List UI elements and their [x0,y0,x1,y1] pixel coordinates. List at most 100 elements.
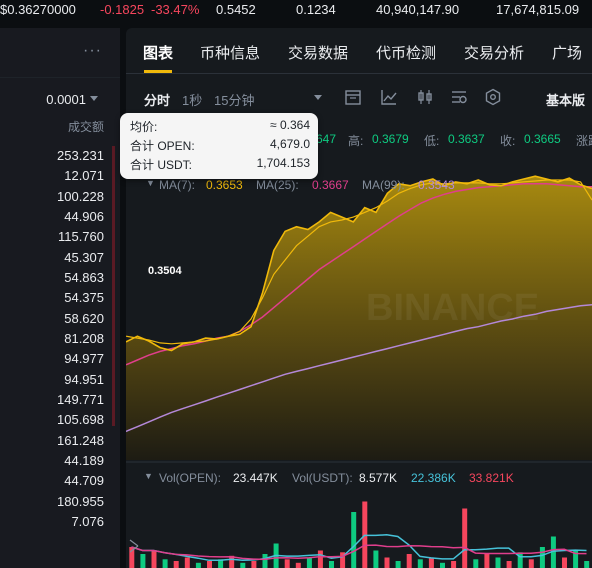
precision-select[interactable]: 0.0001 [46,92,86,107]
volume-bar [506,561,512,568]
ohlc-change-label: 涨跌 [576,134,592,148]
volume-bar [195,562,201,568]
ma99-value: 0.3543 [418,178,455,192]
volume-bar [140,554,146,568]
volume-bar [184,557,190,568]
ma7-value: 0.3653 [206,178,243,192]
volume-bar [406,554,412,568]
trade-volume-item: 81.208 [64,330,104,346]
trade-volume-item: 161.248 [57,432,104,448]
trade-volume-item: 100.228 [57,188,104,204]
more-intervals-chevron-icon[interactable] [314,95,322,100]
hexagon-settings-icon[interactable] [484,88,502,106]
vol-usdt-value: 8.577K [359,471,398,485]
ohlc-low-value: 0.3637 [448,132,485,146]
volume-bar [207,561,212,568]
price-change: -0.1825 [100,2,145,17]
collapse-ma-icon[interactable]: ▼ [146,178,155,188]
ohlc-high-value: 0.3679 [372,132,409,146]
trade-volume-item: 54.375 [64,290,104,306]
collapse-volume-icon[interactable]: ▼ [144,471,153,481]
volume-bar [528,559,534,568]
tooltip-usdt-value: 1,704.153 [256,156,310,170]
tooltip-avg-label: 均价: [130,120,158,134]
trade-volume-item: 12.071 [64,168,104,184]
volume-bar [240,562,246,568]
volume-bar [162,559,168,568]
tab-token-info[interactable]: 币种信息 [200,42,260,63]
price-annotation: 0.3504 [148,265,182,277]
volume-bar [451,561,457,568]
tooltip-open-value: 4,679.0 [269,137,310,151]
trade-volume-item: 253.231 [57,148,104,163]
trade-volume-item: 105.698 [57,412,104,428]
basic-view-toggle[interactable]: 基本版 [546,90,585,109]
tab-trade-analysis[interactable]: 交易分析 [464,42,524,63]
vol-open-value: 23.447K [233,471,278,485]
trade-volume-item: 44.189 [64,452,104,468]
tooltip-open-label: 合计 OPEN: [130,139,195,153]
volume-bar [351,512,357,568]
ma25-value: 0.3667 [312,178,349,192]
vol-ma2-value: 33.821K [469,471,514,485]
tooltip-usdt-label: 合计 USDT: [130,158,193,172]
trades-panel-header: ··· [0,28,120,78]
ohlc-close-label: 收: [500,134,516,148]
ohlc-open-value: 647 [316,132,337,146]
interval-15m[interactable]: 15分钟 [214,90,254,109]
ohlc-high-label: 高: [348,134,364,148]
trade-volume-item: 45.307 [64,249,104,265]
last-price: $0.36270000 [0,2,76,17]
trade-volume-item: 115.760 [57,229,104,245]
interval-timeline[interactable]: 分时 [144,90,170,109]
more-options-icon[interactable]: ··· [83,42,102,60]
trade-volume-item: 149.771 [57,391,104,407]
volume-bar [440,562,445,568]
indicator-icon[interactable] [380,88,398,106]
volume-bar [517,552,523,568]
candlestick-icon[interactable] [416,88,434,106]
tab-trade-data[interactable]: 交易数据 [288,42,348,63]
chevron-down-icon[interactable] [90,96,98,101]
volume-bar [539,547,545,568]
column-header-amount: 成交额 [67,120,104,134]
volume-base: 40,940,147.90 [376,2,460,17]
volume-bar [395,561,401,568]
ticker-bar: $0.36270000 -0.1825 -33.47% 0.5452 0.123… [0,0,592,22]
interval-1s[interactable]: 1秒 [182,90,202,109]
ohlc-low-label: 低: [424,134,440,148]
trade-volume-item: 94.977 [64,351,104,367]
volume-bar [373,550,379,568]
volume-bar [151,550,157,568]
volume-bar [495,557,501,568]
tooltip-avg-value: ≈ 0.364 [270,118,310,132]
ma99-label: MA(99): [362,178,405,192]
trade-volume-item: 94.951 [64,371,104,387]
volume-bar [317,550,323,568]
price-chart[interactable]: BINANCE [126,120,592,568]
vol-open-label: Vol(OPEN): [159,471,222,485]
tab-square[interactable]: 广场 [552,42,582,63]
chart-panel: 图表 币种信息 交易数据 代币检测 交易分析 广场 分时 1秒 15分钟 基本版 [126,28,592,568]
trade-volume-item: 7.076 [71,513,104,529]
volume-bar [417,559,423,568]
volume-bar [284,559,290,568]
high-24h: 0.5452 [216,2,256,17]
volume-bar [428,557,434,568]
settings-sliders-icon[interactable] [450,88,468,106]
tab-token-check[interactable]: 代币检测 [376,42,436,63]
volume-bar [384,557,390,568]
price-change-pct: -33.47% [151,2,200,17]
volume-bar [462,508,468,568]
vol-ma1-value: 22.386K [411,471,456,485]
volume-bar [251,561,257,568]
tab-chart[interactable]: 图表 [143,42,173,63]
vol-usdt-label: Vol(USDT): [292,471,353,485]
volume-bar [329,561,334,568]
volume-bar [173,561,179,568]
volume-bar [562,557,567,568]
volume-bar [473,559,479,568]
active-tab-indicator [144,70,172,73]
calendar-icon[interactable] [344,88,362,106]
trade-volume-item: 44.709 [64,473,104,489]
